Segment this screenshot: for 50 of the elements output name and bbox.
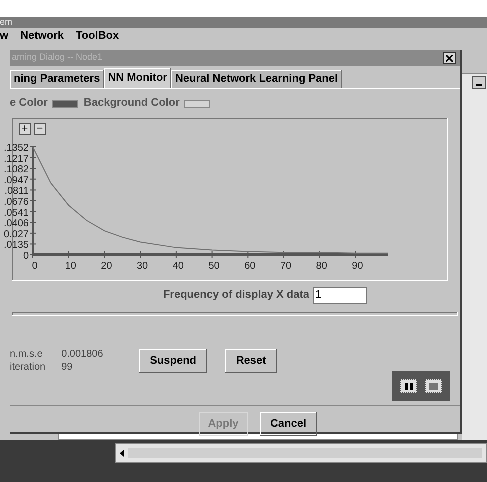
color-label: e Color <box>10 96 48 112</box>
menu-item[interactable]: w <box>0 28 9 45</box>
close-button[interactable] <box>443 52 456 64</box>
y-tick-label: .0541 <box>4 208 29 219</box>
y-tick-label: 0 <box>23 251 29 262</box>
dialog-button[interactable]: Cancel <box>260 412 317 436</box>
menu-item[interactable]: Network <box>20 28 64 45</box>
pause-icon[interactable] <box>400 379 417 393</box>
stat-label: n.m.s.e <box>10 348 44 361</box>
frequency-field[interactable]: 1 <box>312 286 367 304</box>
x-tick-label: 50 <box>208 261 220 272</box>
x-tick-label: 90 <box>352 261 364 272</box>
scroll-left-icon[interactable] <box>120 450 124 456</box>
stat-value: 0.001806 <box>62 348 104 361</box>
y-tick-label: .0676 <box>4 197 29 208</box>
close-icon <box>446 54 453 62</box>
y-tick-label: .1352 <box>4 143 29 154</box>
window-title: em <box>0 18 13 27</box>
dialog-button[interactable]: Reset <box>225 349 278 373</box>
x-tick-label: 40 <box>172 261 184 272</box>
y-tick-label: .0947 <box>4 175 29 186</box>
scroll-bar[interactable] <box>115 443 487 463</box>
minimize-button[interactable] <box>472 76 486 89</box>
stop-icon[interactable] <box>425 379 442 393</box>
y-tick-label: .0811 <box>4 186 29 198</box>
frequency-label: Frequency of display X data <box>163 288 310 303</box>
tab[interactable]: ning Parameters <box>10 70 104 88</box>
y-tick-label: .1217 <box>4 154 29 165</box>
x-tick-label: 20 <box>101 261 112 272</box>
y-tick-label: .0135 <box>4 240 29 252</box>
x-tick-label: 70 <box>280 261 292 272</box>
menu-item[interactable]: ToolBox <box>76 28 120 45</box>
x-tick-label: 10 <box>65 261 76 272</box>
stat-value: 99 <box>62 361 74 374</box>
y-tick-label: .0406 <box>4 218 29 230</box>
x-tick-label: 60 <box>244 261 256 272</box>
x-tick-label: 80 <box>316 261 328 272</box>
tab[interactable]: Neural Network Learning Panel <box>171 70 342 88</box>
x-tick-label: 30 <box>137 261 148 272</box>
color-label: Background Color <box>84 96 180 112</box>
dialog-button[interactable]: Suspend <box>139 349 208 373</box>
color-swatch[interactable] <box>52 100 78 108</box>
y-tick-label: .1082 <box>4 164 29 176</box>
y-tick-label: 0.027 <box>4 229 29 240</box>
x-tick-label: 0 <box>32 261 38 272</box>
zoom-button[interactable]: − <box>34 123 46 135</box>
color-swatch[interactable] <box>184 100 210 108</box>
zoom-button[interactable]: + <box>19 123 31 135</box>
tab[interactable]: NN Monitor <box>104 68 172 88</box>
stat-label: iteration <box>10 361 46 374</box>
